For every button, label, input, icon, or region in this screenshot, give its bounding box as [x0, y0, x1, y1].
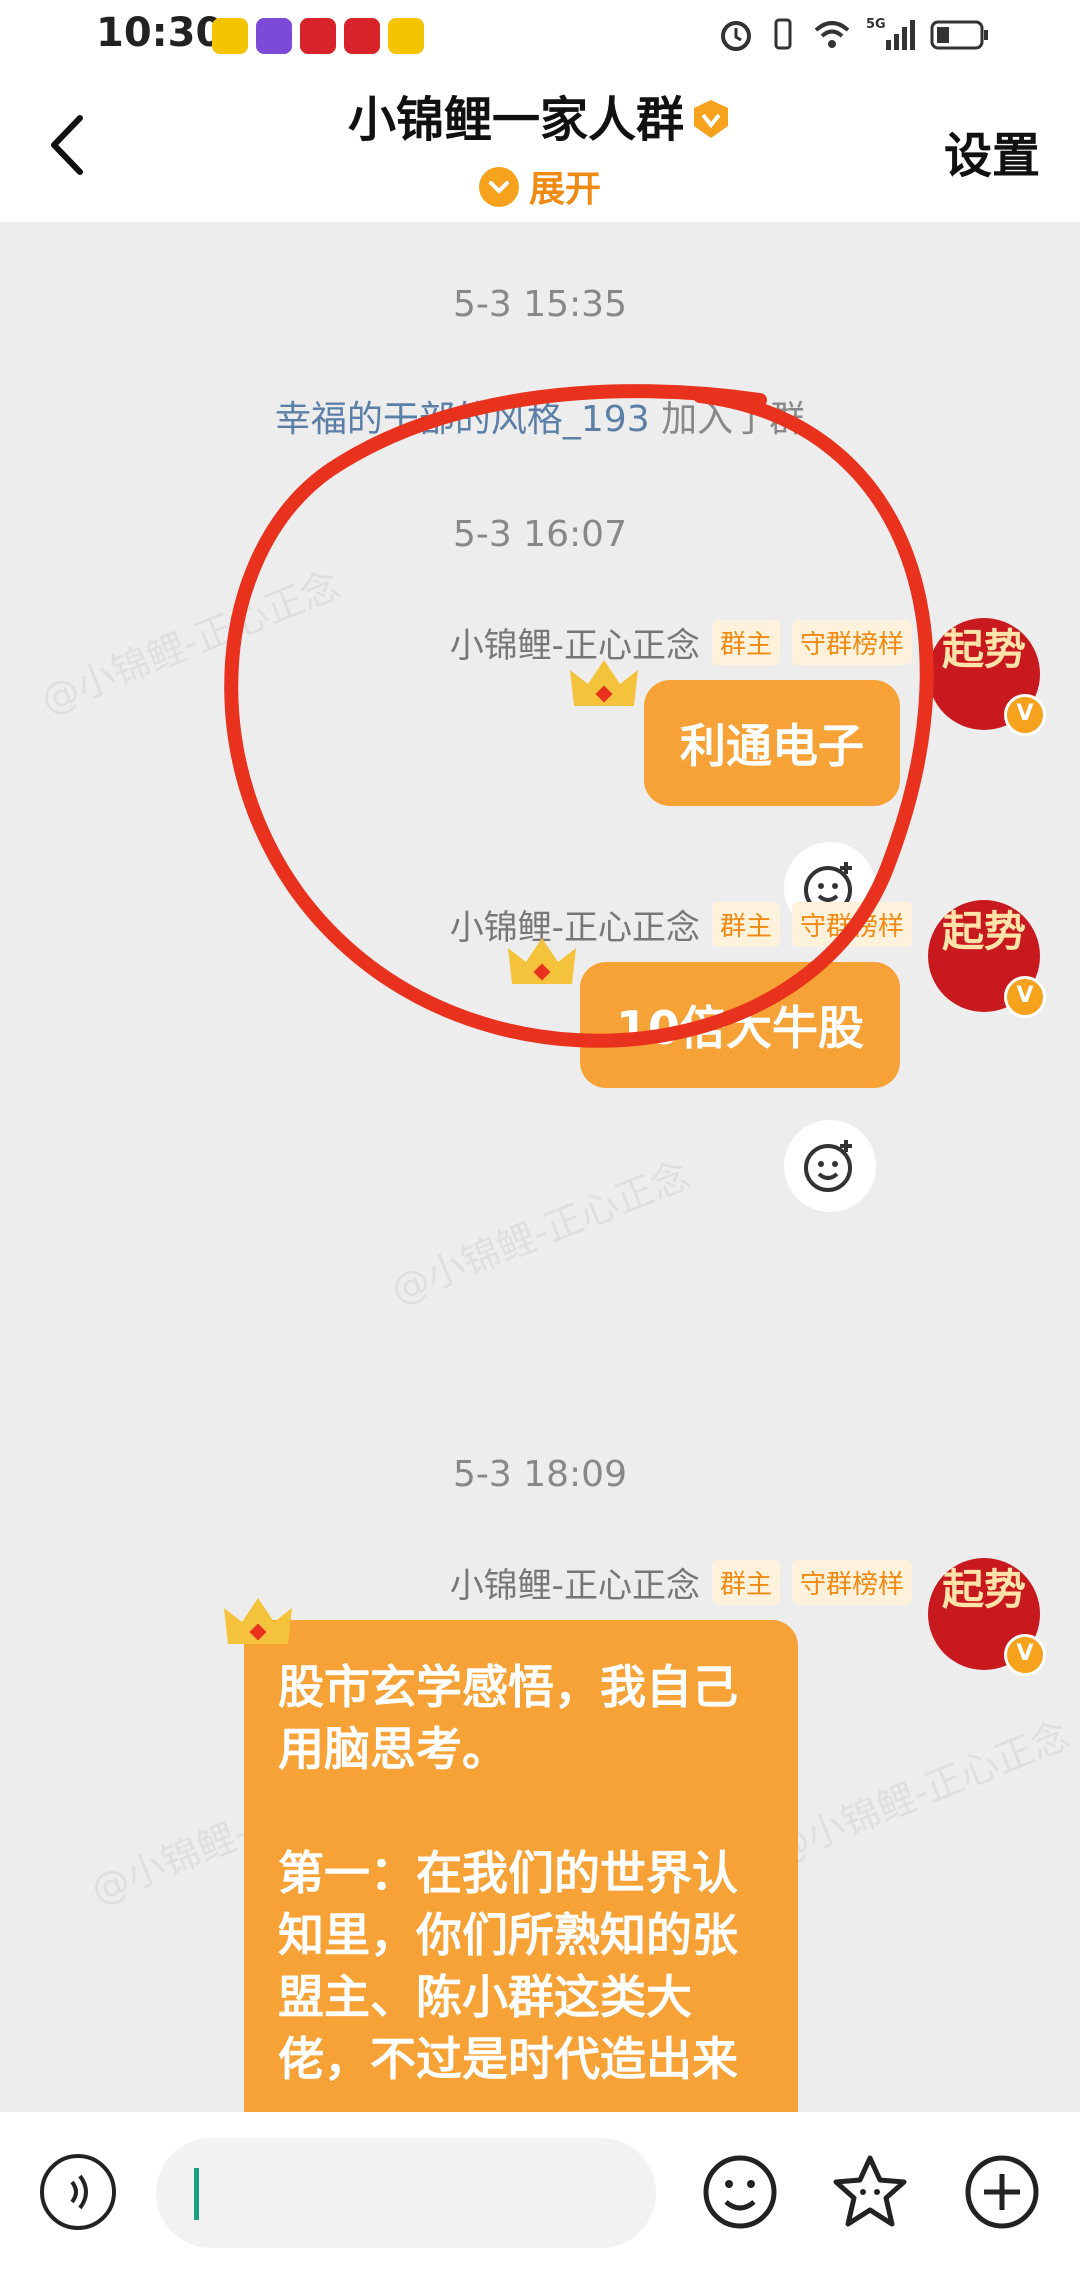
crown-icon — [508, 938, 576, 984]
message-bubble[interactable]: 股市玄学感悟，我自己 用脑思考。 第一：在我们的世界认 知里，你们所熟知的张 盟… — [244, 1620, 798, 2112]
emoji-icon[interactable] — [700, 2152, 780, 2232]
message-bubble[interactable]: 利通电子 — [644, 680, 900, 806]
guard-tag: 守群榜样 — [791, 1560, 912, 1605]
text-caret — [194, 2168, 199, 2220]
group-title: 小锦鲤一家人群 — [347, 92, 684, 148]
message-text: 10倍大牛股 — [615, 1001, 864, 1055]
network-label: 5G — [866, 17, 886, 32]
chat-header: 小锦鲤一家人群 展开 设置 — [0, 72, 1080, 222]
avatar-text: 起势 — [941, 625, 1026, 674]
verified-v-icon: V — [1004, 976, 1046, 1018]
add-icon[interactable] — [962, 2152, 1042, 2232]
message-sender: 小锦鲤-正心正念 群主 守群榜样 — [450, 1558, 912, 1607]
title-row: 小锦鲤一家人群 — [0, 80, 1080, 150]
alarm-icon — [721, 21, 751, 51]
timestamp: 5-3 16:07 — [453, 514, 627, 555]
voice-icon — [70, 2174, 88, 2210]
signal-icon: 5G — [866, 17, 915, 50]
emoji-plus-icon — [804, 1140, 852, 1192]
watermark: @小锦鲤-正心正念 — [384, 1152, 696, 1313]
expand-button[interactable]: 展开 — [0, 160, 1080, 212]
verified-v-icon: V — [1004, 1634, 1046, 1676]
system-message: 幸福的干部的风格_193 加入了群 — [0, 390, 1080, 442]
voice-button[interactable] — [40, 2154, 116, 2230]
verified-badge-icon — [694, 100, 728, 138]
message-text: 利通电子 — [680, 719, 864, 773]
weibo-icon — [212, 18, 248, 54]
sticker-icon[interactable] — [830, 2152, 910, 2232]
sender-name[interactable]: 小锦鲤-正心正念 — [450, 1558, 700, 1607]
app-notification-icon — [256, 18, 292, 54]
chat-area[interactable]: @小锦鲤-正心正念 @小锦鲤-正心正念 @小锦鲤-正心正念 @小锦鲤-正心正念 … — [0, 222, 1080, 2112]
timestamp: 5-3 15:35 — [453, 284, 627, 325]
message-sender: 小锦鲤-正心正念 群主 守群榜样 — [450, 618, 912, 667]
wifi-icon — [814, 21, 850, 48]
system-action: 加入了群 — [649, 399, 806, 440]
avatar-text: 起势 — [941, 907, 1026, 956]
owner-tag: 群主 — [711, 620, 780, 665]
settings-button[interactable]: 设置 — [944, 116, 1040, 186]
avatar-text: 起势 — [941, 1565, 1026, 1614]
timestamp: 5-3 18:09 — [453, 1454, 627, 1495]
status-time: 10:30 — [96, 10, 224, 56]
chevron-down-icon — [478, 167, 519, 207]
status-bar: 10:30 5G — [0, 0, 1080, 72]
crown-icon — [570, 660, 638, 706]
add-reaction-button[interactable] — [784, 1120, 876, 1212]
app-notification-icon — [344, 18, 380, 54]
guard-tag: 守群榜样 — [791, 902, 912, 947]
joined-user-link[interactable]: 幸福的干部的风格_193 — [275, 399, 650, 440]
expand-label: 展开 — [528, 169, 601, 210]
owner-tag: 群主 — [711, 1560, 780, 1605]
input-bar — [0, 2112, 1080, 2280]
crown-icon — [224, 1598, 292, 1644]
avatar[interactable]: 起势 V — [928, 900, 1046, 1018]
avatar[interactable]: 起势 V — [928, 1558, 1046, 1676]
message-input[interactable] — [156, 2138, 656, 2248]
watermark: @小锦鲤-正心正念 — [34, 562, 346, 723]
app-notification-icon — [300, 18, 336, 54]
battery-icon — [930, 20, 988, 50]
weibo-icon — [388, 18, 424, 54]
watermark: @小锦鲤-正心正念 — [764, 1712, 1076, 1873]
owner-tag: 群主 — [711, 902, 780, 947]
message-bubble[interactable]: 10倍大牛股 — [579, 962, 900, 1088]
vibrate-icon — [774, 18, 792, 50]
verified-v-icon: V — [1004, 694, 1046, 736]
avatar[interactable]: 起势 V — [928, 618, 1046, 736]
message-text: 股市玄学感悟，我自己 用脑思考。 第一：在我们的世界认 知里，你们所熟知的张 盟… — [278, 1660, 738, 2086]
guard-tag: 守群榜样 — [791, 620, 912, 665]
